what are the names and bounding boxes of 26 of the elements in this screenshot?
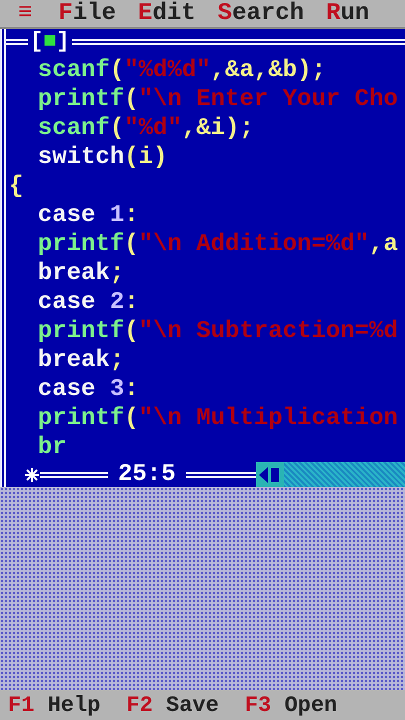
menu-item[interactable]: Edit bbox=[138, 0, 196, 27]
code-line: { bbox=[9, 172, 24, 201]
menu-item[interactable]: Search bbox=[218, 0, 304, 27]
status-key[interactable]: F3 Open bbox=[244, 692, 338, 718]
code-line: printf("\n Multiplication bbox=[36, 404, 399, 433]
code-line: scanf("%d",&i); bbox=[36, 114, 255, 143]
cursor-position: 25:5 bbox=[117, 462, 177, 488]
status-key[interactable]: F1 Help bbox=[8, 692, 100, 718]
code-line: break; bbox=[36, 346, 126, 375]
menu-item[interactable]: Run bbox=[326, 0, 370, 27]
resize-star-icon[interactable] bbox=[24, 467, 40, 483]
code-line: case 3: bbox=[36, 375, 140, 404]
horizontal-scrollbar[interactable] bbox=[256, 462, 405, 488]
code-line: printf("\n Enter Your Cho bbox=[36, 85, 399, 114]
code-line: case 2: bbox=[36, 288, 140, 317]
status-key[interactable]: F2 Save bbox=[126, 692, 219, 718]
code-line: printf("\n Addition=%d",a bbox=[36, 230, 399, 259]
code-line: switch(i) bbox=[36, 143, 168, 172]
code-line: scanf("%d%d",&a,&b); bbox=[36, 56, 327, 85]
menu-item[interactable]: File bbox=[58, 0, 116, 27]
code-line: br bbox=[36, 433, 68, 462]
close-button[interactable]: [■] bbox=[28, 29, 72, 55]
code-line: case 1: bbox=[36, 201, 140, 230]
code-line: break; bbox=[36, 259, 126, 288]
scroll-left-icon[interactable] bbox=[256, 462, 284, 488]
code-line: printf("\n Subtraction=%d bbox=[36, 317, 399, 346]
